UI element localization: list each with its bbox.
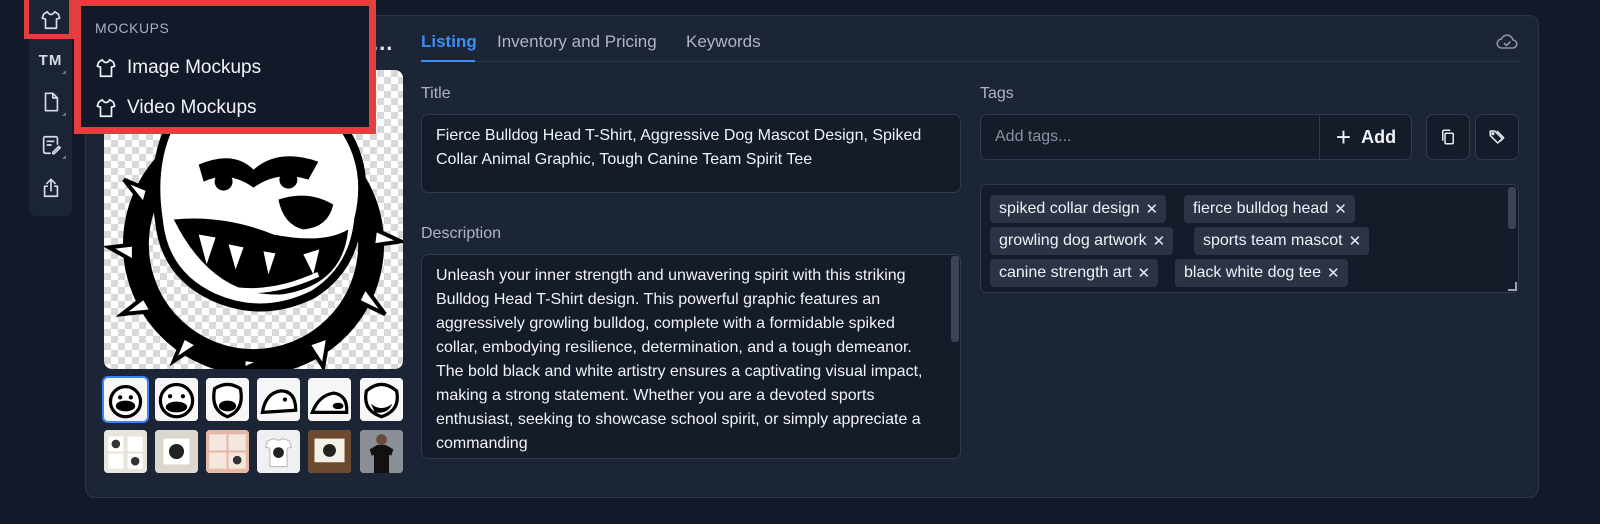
mockup-thumbnail-image bbox=[104, 430, 147, 473]
bulldog-thumbnail-image bbox=[155, 378, 198, 421]
description-label: Description bbox=[421, 225, 502, 242]
submenu-indicator bbox=[62, 155, 66, 159]
mockup-thumbnail[interactable] bbox=[257, 430, 300, 473]
trademark-icon: TM bbox=[38, 51, 63, 69]
thumbnail[interactable] bbox=[155, 378, 198, 421]
tshirt-icon bbox=[96, 98, 116, 118]
bulldog-thumbnail-image bbox=[104, 378, 147, 421]
cloud-saved-icon bbox=[1496, 34, 1518, 49]
thumbnail[interactable] bbox=[257, 378, 300, 421]
share-icon bbox=[43, 178, 58, 198]
tag-chip-label: canine strength art bbox=[999, 264, 1132, 281]
thumbnail[interactable] bbox=[206, 378, 249, 421]
tag-tool-button[interactable] bbox=[1475, 114, 1519, 160]
tag-chip-label: black white dog tee bbox=[1184, 264, 1321, 281]
tab-divider bbox=[421, 61, 1519, 62]
tag-chip-label: fierce bulldog head bbox=[1193, 200, 1329, 217]
tag-chip-label: sports team mascot bbox=[1203, 232, 1343, 249]
tab-inventory-and-pricing[interactable]: Inventory and Pricing bbox=[497, 32, 657, 52]
trademark-tool-button[interactable]: TM bbox=[29, 40, 72, 80]
mockup-thumbnail[interactable] bbox=[308, 430, 351, 473]
mockup-thumbnail[interactable] bbox=[155, 430, 198, 473]
document-tool-button[interactable] bbox=[29, 82, 72, 122]
tags-icon bbox=[1489, 130, 1505, 144]
mockups-menu: MOCKUPS Image Mockups Video Mockups bbox=[74, 0, 376, 134]
tag-chip: spiked collar design ✕ bbox=[990, 195, 1167, 223]
title-label: Title bbox=[421, 85, 451, 102]
tab-listing[interactable]: Listing bbox=[421, 32, 477, 52]
tag-chip: growling dog artwork ✕ bbox=[990, 227, 1174, 255]
mockup-thumbnail-image bbox=[155, 430, 198, 473]
submenu-indicator bbox=[62, 70, 66, 74]
menu-item-video-mockups[interactable]: Video Mockups bbox=[95, 88, 369, 128]
copy-tags-button[interactable] bbox=[1426, 114, 1470, 160]
mockup-thumbnail[interactable] bbox=[206, 430, 249, 473]
description-scrollbar[interactable] bbox=[951, 256, 959, 342]
mockup-thumbnail[interactable] bbox=[360, 430, 403, 473]
highlight-box bbox=[24, 0, 74, 39]
bulldog-thumbnail-image bbox=[360, 378, 403, 421]
tag-chip: canine strength art ✕ bbox=[990, 259, 1159, 287]
menu-item-label: Image Mockups bbox=[127, 57, 262, 78]
tag-chip: sports team mascot ✕ bbox=[1194, 227, 1370, 255]
description-field[interactable]: Unleash your inner strength and unwaveri… bbox=[421, 254, 961, 459]
thumbnail[interactable] bbox=[308, 378, 351, 421]
remove-tag-icon[interactable]: ✕ bbox=[1138, 264, 1151, 282]
remove-tag-icon[interactable]: ✕ bbox=[1153, 232, 1166, 250]
active-tab-indicator bbox=[421, 60, 475, 62]
resize-handle-icon[interactable] bbox=[1508, 282, 1517, 291]
menu-item-label: Video Mockups bbox=[127, 97, 257, 118]
tag-chip-label: growling dog artwork bbox=[999, 232, 1147, 249]
mockup-thumbnail[interactable] bbox=[104, 430, 147, 473]
tag-chip-label: spiked collar design bbox=[999, 200, 1140, 217]
remove-tag-icon[interactable]: ✕ bbox=[1334, 200, 1347, 218]
tag-chip: fierce bulldog head ✕ bbox=[1184, 195, 1355, 223]
document-icon bbox=[44, 92, 58, 112]
tags-scrollbar[interactable] bbox=[1508, 187, 1516, 229]
remove-tag-icon[interactable]: ✕ bbox=[1349, 232, 1362, 250]
bulldog-thumbnail-image bbox=[308, 378, 351, 421]
mockup-thumbnail-image bbox=[360, 430, 403, 473]
edit-note-tool-button[interactable] bbox=[29, 125, 72, 165]
add-tag-label: Add bbox=[1361, 126, 1397, 147]
tag-input-group: + Add bbox=[980, 114, 1412, 160]
mockup-thumbnail-image bbox=[257, 430, 300, 473]
add-tag-button[interactable]: + Add bbox=[1319, 115, 1412, 159]
bulldog-thumbnail-image bbox=[257, 378, 300, 421]
menu-heading: MOCKUPS bbox=[95, 20, 170, 36]
submenu-indicator bbox=[62, 112, 66, 116]
mockup-thumbnail-image bbox=[206, 430, 249, 473]
tag-chip: black white dog tee ✕ bbox=[1175, 259, 1348, 287]
tags-label: Tags bbox=[980, 85, 1014, 102]
edit-note-icon bbox=[42, 135, 61, 155]
menu-item-image-mockups[interactable]: Image Mockups bbox=[95, 48, 369, 88]
thumbnail[interactable] bbox=[102, 376, 149, 423]
plus-icon: + bbox=[1335, 122, 1352, 152]
mockup-thumbnail-image bbox=[308, 430, 351, 473]
title-field[interactable]: Fierce Bulldog Head T-Shirt, Aggressive … bbox=[421, 114, 961, 193]
tag-input[interactable] bbox=[981, 115, 1319, 159]
tshirt-icon bbox=[96, 58, 116, 78]
tab-keywords[interactable]: Keywords bbox=[686, 32, 761, 52]
remove-tag-icon[interactable]: ✕ bbox=[1146, 200, 1159, 218]
thumbnail[interactable] bbox=[360, 378, 403, 421]
remove-tag-icon[interactable]: ✕ bbox=[1327, 264, 1340, 282]
bulldog-thumbnail-image bbox=[206, 378, 249, 421]
copy-icon bbox=[1442, 129, 1454, 145]
share-tool-button[interactable] bbox=[29, 168, 72, 208]
